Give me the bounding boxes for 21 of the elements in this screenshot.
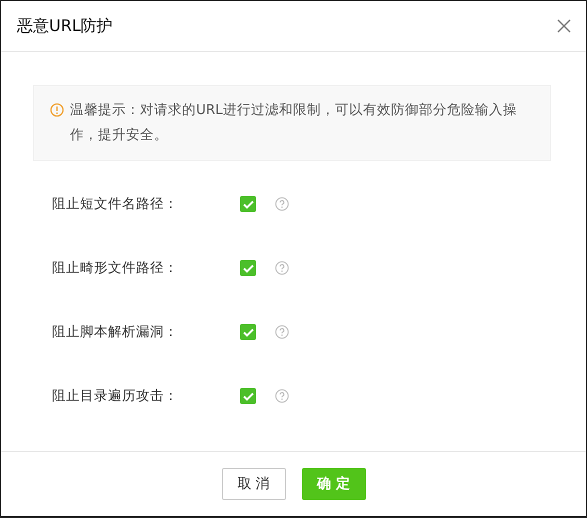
option-label: 阻止目录遍历攻击： (52, 387, 179, 405)
checkbox[interactable] (240, 260, 256, 276)
dialog-title: 恶意URL防护 (17, 16, 113, 36)
checkbox[interactable] (240, 196, 256, 212)
check-icon (242, 328, 254, 336)
check-icon (242, 200, 254, 208)
warning-icon (50, 103, 64, 117)
help-icon[interactable] (275, 261, 289, 275)
cancel-button[interactable]: 取 消 (222, 468, 286, 500)
check-icon (242, 392, 254, 400)
help-icon[interactable] (275, 197, 289, 211)
help-icon[interactable] (275, 325, 289, 339)
option-label: 阻止短文件名路径： (52, 195, 179, 213)
help-icon[interactable] (275, 389, 289, 403)
option-label: 阻止畸形文件路径： (52, 259, 179, 277)
close-icon[interactable] (557, 19, 571, 33)
check-icon (242, 264, 254, 272)
checkbox[interactable] (240, 324, 256, 340)
checkbox[interactable] (240, 388, 256, 404)
option-label: 阻止脚本解析漏洞： (52, 323, 179, 341)
notice-text: 温馨提示：对请求的URL进行过滤和限制，可以有效防御部分危险输入操作，提升安全。 (70, 101, 518, 145)
